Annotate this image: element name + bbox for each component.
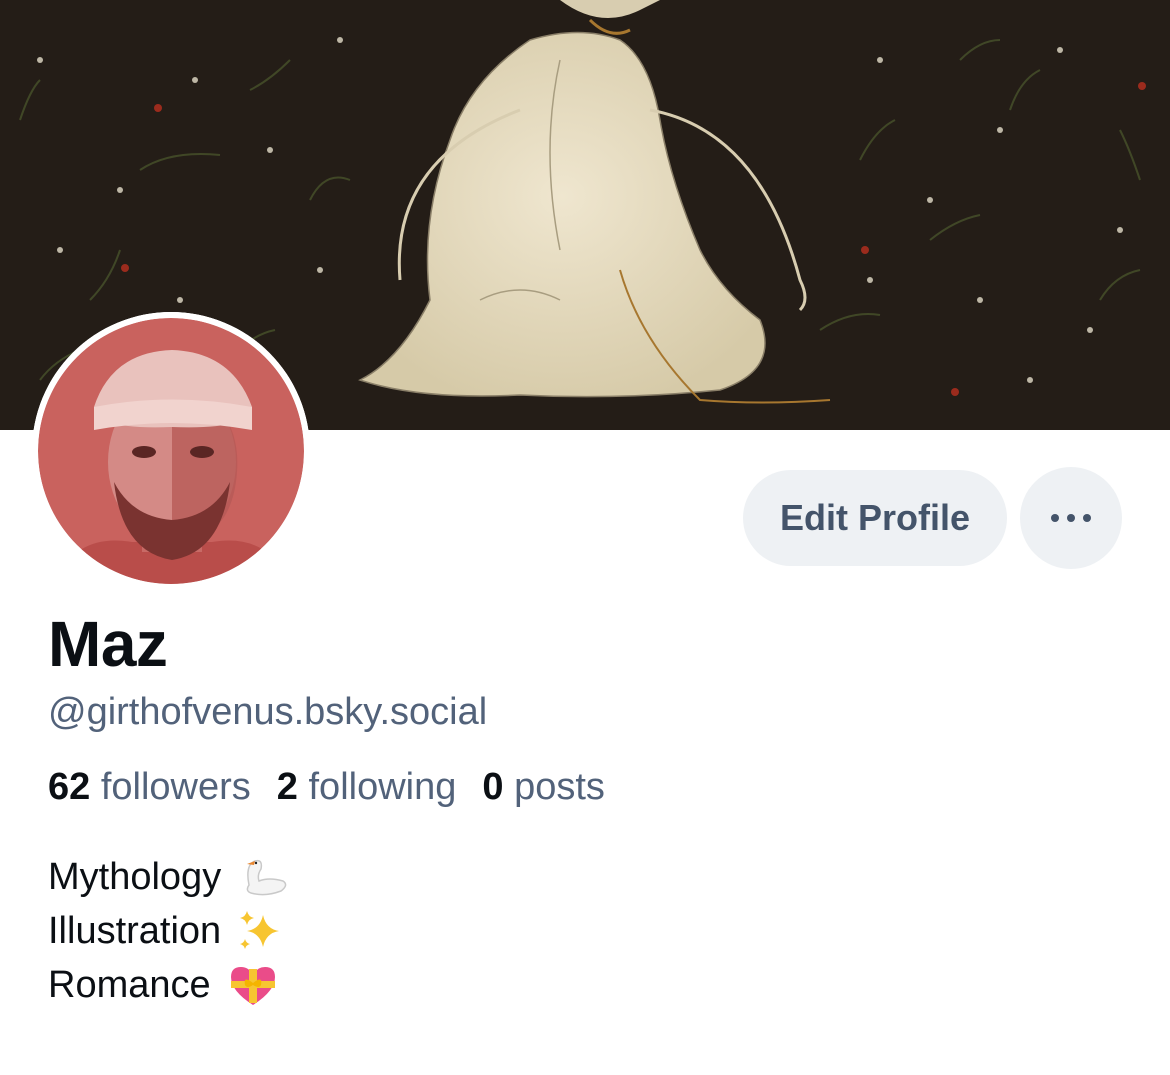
following-stat[interactable]: 2 following [277,762,457,812]
edit-profile-label: Edit Profile [779,497,971,538]
following-label: following [308,766,457,808]
swan-emoji-icon [235,855,291,899]
posts-label: posts [514,766,605,808]
bio-line: Illustration [48,904,291,958]
following-count: 2 [276,766,298,808]
display-name: Maz [48,608,168,680]
bio-line: Mythology [48,850,291,904]
bio-line: Romance [48,958,291,1012]
sparkles-emoji-icon [235,907,291,955]
profile-handle[interactable]: @girthofvenus.bsky.social [48,688,487,736]
heart-with-ribbon-emoji-icon [225,961,281,1009]
bio-text: Romance [48,964,211,1006]
more-options-button[interactable] [1020,467,1122,569]
followers-count: 62 [48,766,91,808]
profile-bio: Mythology Illustration Romance [48,850,291,1012]
profile-page: Edit Profile Maz @girthofvenus.bsky.soci… [0,0,1170,1075]
edit-profile-button[interactable]: Edit Profile [743,470,1007,566]
posts-count: 0 [482,766,504,808]
followers-stat[interactable]: 62 followers [48,762,251,812]
bio-text: Mythology [48,856,222,898]
profile-avatar[interactable] [32,312,310,590]
posts-stat: 0 posts [482,762,605,812]
ellipsis-icon [1051,514,1091,522]
bio-text: Illustration [48,910,222,952]
profile-stats: 62 followers 2 following 0 posts [48,762,605,812]
followers-label: followers [100,766,251,808]
